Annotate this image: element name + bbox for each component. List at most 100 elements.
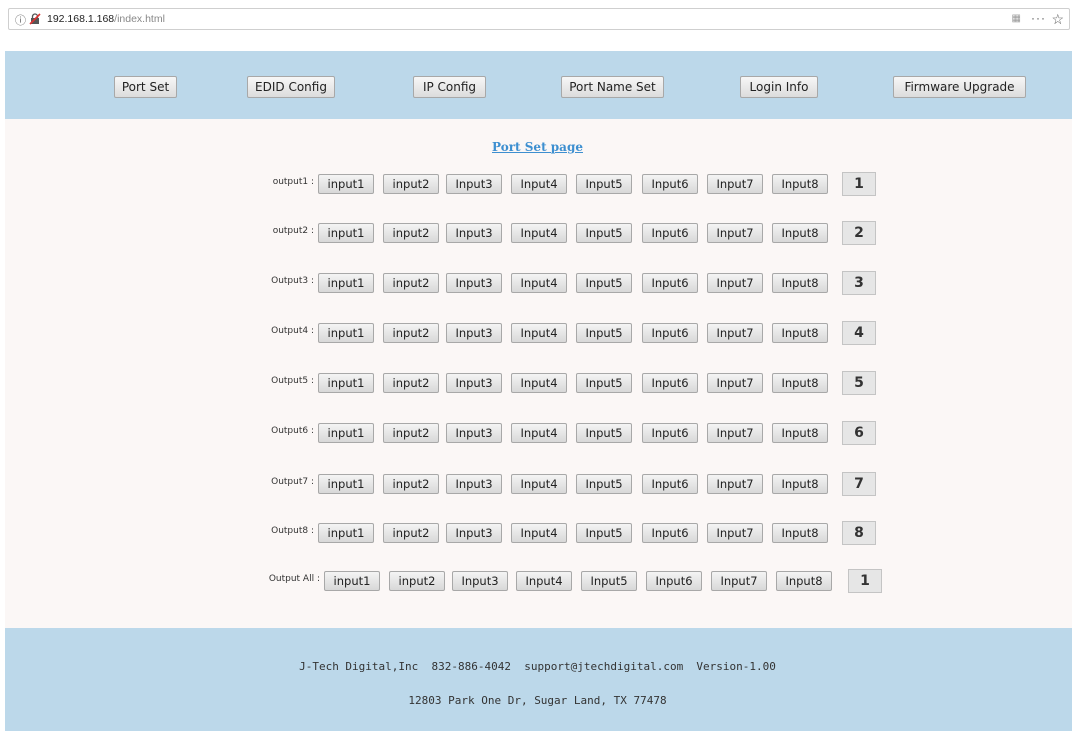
input-5-button[interactable]: Input5 (576, 423, 632, 443)
output-label: Output5 : (271, 376, 314, 386)
insecure-lock-icon[interactable] (29, 13, 41, 25)
output-row: Output4 : input1 input2 Input3 Input4 Input5 I… (0, 321, 1075, 345)
output-row: Output3 : input1 input2 Input3 Input4 Input5 I… (0, 271, 1075, 295)
input-5-button[interactable]: Input5 (576, 523, 632, 543)
bookmark-star-icon[interactable]: ☆ (1051, 11, 1064, 28)
input-6-button[interactable]: Input6 (642, 373, 698, 393)
input-8-button[interactable]: Input8 (772, 174, 828, 194)
input-3-button[interactable]: Input3 (446, 373, 502, 393)
input-1-button[interactable]: input1 (318, 423, 374, 443)
more-actions-icon[interactable]: ··· (1031, 11, 1046, 25)
nav-login-info-button[interactable]: Login Info (740, 76, 818, 98)
input-3-button[interactable]: Input3 (446, 223, 502, 243)
selected-input-display: 7 (842, 472, 876, 496)
input-2-button[interactable]: input2 (389, 571, 445, 591)
output-row: Output7 : input1 input2 Input3 Input4 Input5 I… (0, 472, 1075, 496)
output-row: output1 : input1 input2 Input3 Input4 Input5 I… (0, 172, 1075, 196)
input-4-button[interactable]: Input4 (511, 273, 567, 293)
input-5-button[interactable]: Input5 (576, 373, 632, 393)
input-8-button[interactable]: Input8 (772, 223, 828, 243)
input-1-button[interactable]: input1 (324, 571, 380, 591)
input-8-button[interactable]: Input8 (772, 373, 828, 393)
input-7-button[interactable]: Input7 (707, 474, 763, 494)
input-2-button[interactable]: input2 (383, 523, 439, 543)
nav-ip-config-button[interactable]: IP Config (413, 76, 486, 98)
input-4-button[interactable]: Input4 (516, 571, 572, 591)
input-8-button[interactable]: Input8 (772, 523, 828, 543)
input-4-button[interactable]: Input4 (511, 474, 567, 494)
page-title[interactable]: Port Set page (0, 140, 1075, 154)
input-6-button[interactable]: Input6 (646, 571, 702, 591)
input-2-button[interactable]: input2 (383, 474, 439, 494)
input-5-button[interactable]: Input5 (581, 571, 637, 591)
input-7-button[interactable]: Input7 (711, 571, 767, 591)
qr-code-icon[interactable]: ▦ (1012, 13, 1021, 24)
input-7-button[interactable]: Input7 (707, 273, 763, 293)
input-1-button[interactable]: input1 (318, 174, 374, 194)
selected-input-display: 1 (842, 172, 876, 196)
input-3-button[interactable]: Input3 (452, 571, 508, 591)
input-2-button[interactable]: input2 (383, 323, 439, 343)
address-bar[interactable]: ⓘ 192.168.1.168/index.html ▦ ··· ☆ (8, 8, 1070, 30)
input-6-button[interactable]: Input6 (642, 273, 698, 293)
input-7-button[interactable]: Input7 (707, 523, 763, 543)
input-7-button[interactable]: Input7 (707, 223, 763, 243)
input-4-button[interactable]: Input4 (511, 523, 567, 543)
output-label: Output7 : (271, 477, 314, 487)
input-4-button[interactable]: Input4 (511, 223, 567, 243)
output-label: Output4 : (271, 326, 314, 336)
input-5-button[interactable]: Input5 (576, 323, 632, 343)
input-2-button[interactable]: input2 (383, 174, 439, 194)
input-4-button[interactable]: Input4 (511, 423, 567, 443)
input-4-button[interactable]: Input4 (511, 323, 567, 343)
input-3-button[interactable]: Input3 (446, 423, 502, 443)
input-2-button[interactable]: input2 (383, 273, 439, 293)
input-3-button[interactable]: Input3 (446, 523, 502, 543)
input-2-button[interactable]: input2 (383, 223, 439, 243)
input-3-button[interactable]: Input3 (446, 273, 502, 293)
input-1-button[interactable]: input1 (318, 373, 374, 393)
nav-edid-config-button[interactable]: EDID Config (247, 76, 335, 98)
input-6-button[interactable]: Input6 (642, 174, 698, 194)
top-navigation: Port Set EDID Config IP Config Port Name… (5, 51, 1072, 119)
input-2-button[interactable]: input2 (383, 373, 439, 393)
nav-firmware-upgrade-button[interactable]: Firmware Upgrade (893, 76, 1026, 98)
input-3-button[interactable]: Input3 (446, 474, 502, 494)
url-text[interactable]: 192.168.1.168/index.html (47, 13, 165, 25)
input-8-button[interactable]: Input8 (776, 571, 832, 591)
input-2-button[interactable]: input2 (383, 423, 439, 443)
input-6-button[interactable]: Input6 (642, 323, 698, 343)
input-3-button[interactable]: Input3 (446, 174, 502, 194)
input-6-button[interactable]: Input6 (642, 423, 698, 443)
input-8-button[interactable]: Input8 (772, 474, 828, 494)
nav-port-name-set-button[interactable]: Port Name Set (561, 76, 664, 98)
input-7-button[interactable]: Input7 (707, 323, 763, 343)
input-5-button[interactable]: Input5 (576, 223, 632, 243)
input-7-button[interactable]: Input7 (707, 174, 763, 194)
output-label: Output8 : (271, 526, 314, 536)
input-8-button[interactable]: Input8 (772, 323, 828, 343)
info-icon[interactable]: ⓘ (15, 12, 26, 28)
output-label: Output All : (268, 574, 320, 584)
input-7-button[interactable]: Input7 (707, 423, 763, 443)
input-5-button[interactable]: Input5 (576, 174, 632, 194)
input-7-button[interactable]: Input7 (707, 373, 763, 393)
input-4-button[interactable]: Input4 (511, 373, 567, 393)
input-5-button[interactable]: Input5 (576, 474, 632, 494)
input-6-button[interactable]: Input6 (642, 474, 698, 494)
input-1-button[interactable]: input1 (318, 223, 374, 243)
input-4-button[interactable]: Input4 (511, 174, 567, 194)
footer-address-line: 12803 Park One Dr, Sugar Land, TX 77478 (408, 694, 667, 707)
input-1-button[interactable]: input1 (318, 474, 374, 494)
input-8-button[interactable]: Input8 (772, 273, 828, 293)
input-5-button[interactable]: Input5 (576, 273, 632, 293)
nav-port-set-button[interactable]: Port Set (114, 76, 177, 98)
output-label: output2 : (272, 226, 314, 236)
input-6-button[interactable]: Input6 (642, 523, 698, 543)
input-3-button[interactable]: Input3 (446, 323, 502, 343)
input-6-button[interactable]: Input6 (642, 223, 698, 243)
input-1-button[interactable]: input1 (318, 323, 374, 343)
input-8-button[interactable]: Input8 (772, 423, 828, 443)
input-1-button[interactable]: input1 (318, 273, 374, 293)
input-1-button[interactable]: input1 (318, 523, 374, 543)
